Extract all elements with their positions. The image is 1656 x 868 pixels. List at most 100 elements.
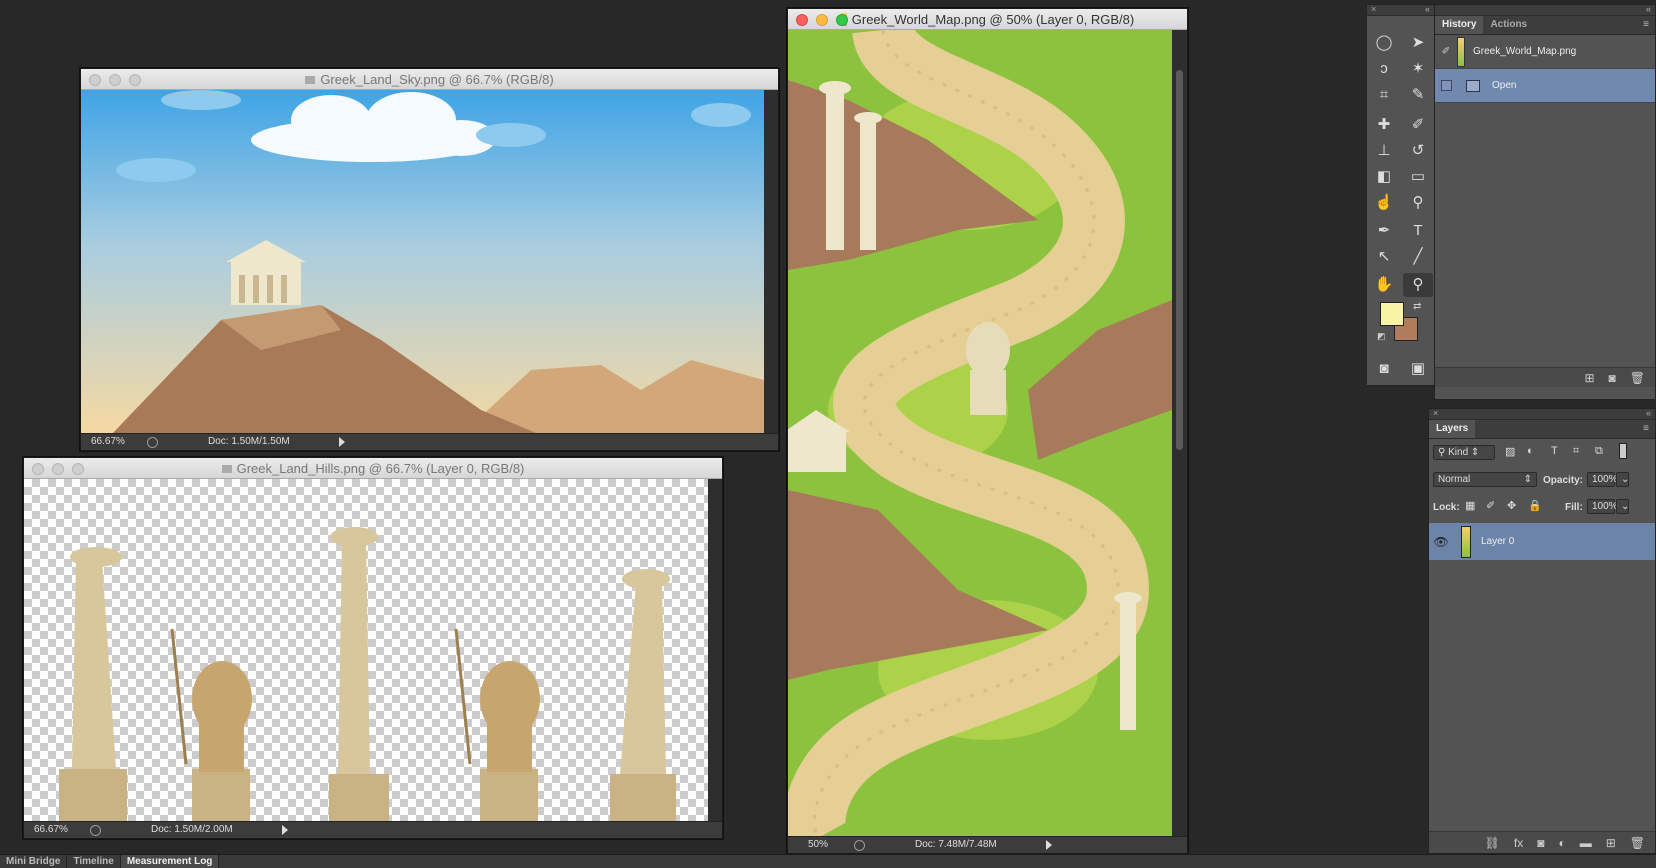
smudge-icon[interactable]: ☝ xyxy=(1369,191,1399,215)
minimize-button[interactable] xyxy=(109,74,121,86)
close-button[interactable] xyxy=(796,14,808,26)
type-icon[interactable]: T xyxy=(1403,219,1433,243)
screen-mode-icon[interactable]: ▣ xyxy=(1403,357,1433,381)
link-layers-icon[interactable]: ⛓ xyxy=(1485,836,1500,850)
sky-document-window[interactable]: Greek_Land_Sky.png @ 66.7% (RGB/8) 66.67… xyxy=(80,68,779,451)
tab-layers[interactable]: Layers xyxy=(1429,420,1476,438)
minimize-button[interactable] xyxy=(52,463,64,475)
history-state-open[interactable]: Open xyxy=(1435,69,1655,103)
zoom-icon[interactable]: ⚲ xyxy=(1403,273,1433,297)
history-checkbox[interactable] xyxy=(1441,80,1452,91)
tools-panel-header[interactable]: × « xyxy=(1367,4,1434,16)
magic-wand-icon[interactable]: ✶ xyxy=(1403,57,1433,81)
elliptical-marquee-icon[interactable]: ◯ xyxy=(1369,31,1399,55)
status-info-icon[interactable] xyxy=(90,825,101,836)
gradient-icon[interactable]: ▭ xyxy=(1403,165,1433,189)
layer-name[interactable]: Layer 0 xyxy=(1481,536,1514,547)
delete-layer-icon[interactable]: 🗑 xyxy=(1630,836,1645,850)
filter-type-icon[interactable]: T xyxy=(1551,445,1558,457)
tab-mini-bridge[interactable]: Mini Bridge xyxy=(0,855,68,868)
default-colors-icon[interactable]: ◩ xyxy=(1377,331,1386,342)
vertical-scrollbar[interactable] xyxy=(1172,30,1187,838)
filter-adjustment-icon[interactable]: ◐ xyxy=(1527,445,1534,457)
swap-colors-icon[interactable]: ⇄ xyxy=(1413,301,1421,312)
close-icon[interactable]: × xyxy=(1371,4,1376,14)
scroll-thumb[interactable] xyxy=(1176,70,1183,450)
line-icon[interactable]: ╱ xyxy=(1403,245,1433,269)
zoom-level[interactable]: 50% xyxy=(808,839,828,850)
quick-mask-icon[interactable]: ◙ xyxy=(1369,357,1399,381)
layer-row[interactable]: 👁 Layer 0 xyxy=(1429,523,1655,560)
collapse-icon[interactable]: « xyxy=(1425,4,1430,14)
filter-shape-icon[interactable]: ⌗ xyxy=(1573,445,1579,458)
zoom-button[interactable] xyxy=(836,14,848,26)
history-panel-header[interactable]: « xyxy=(1435,4,1655,16)
zoom-button[interactable] xyxy=(72,463,84,475)
fill-dropdown[interactable]: ⌄ xyxy=(1616,499,1629,514)
history-snapshot[interactable]: ✐ Greek_World_Map.png xyxy=(1435,35,1655,69)
filter-toggle-icon[interactable] xyxy=(1619,443,1627,459)
create-snapshot-icon[interactable]: ◙ xyxy=(1609,371,1616,385)
opacity-input[interactable]: 100% xyxy=(1587,472,1618,487)
add-layer-style-icon[interactable]: fx xyxy=(1514,836,1523,850)
add-mask-icon[interactable]: ◙ xyxy=(1537,836,1544,850)
filter-kind-select[interactable]: ⚲ Kind ⇕ xyxy=(1433,445,1495,460)
status-menu-arrow-icon[interactable] xyxy=(282,825,288,835)
crop-icon[interactable]: ⌗ xyxy=(1369,83,1399,107)
opacity-dropdown[interactable]: ⌄ xyxy=(1616,472,1629,487)
history-brush-icon[interactable]: ↺ xyxy=(1403,139,1433,163)
minimize-button[interactable] xyxy=(816,14,828,26)
tab-history[interactable]: History xyxy=(1435,16,1484,34)
dodge-icon[interactable]: ⚲ xyxy=(1403,191,1433,215)
lock-position-icon[interactable]: ✥ xyxy=(1507,499,1516,512)
new-layer-icon[interactable]: ⊞ xyxy=(1606,836,1616,850)
map-document-window[interactable]: Greek_World_Map.png @ 50% (Layer 0, RGB/… xyxy=(787,8,1188,854)
tab-measurement-log[interactable]: Measurement Log xyxy=(120,855,220,868)
path-selection-icon[interactable]: ↖ xyxy=(1369,245,1399,269)
map-canvas[interactable] xyxy=(788,30,1172,838)
collapse-icon[interactable]: « xyxy=(1646,4,1651,14)
blend-mode-select[interactable]: Normal ⇕ xyxy=(1433,472,1537,487)
delete-state-icon[interactable]: 🗑 xyxy=(1630,371,1645,385)
lock-all-icon[interactable]: 🔒 xyxy=(1528,499,1542,512)
close-button[interactable] xyxy=(89,74,101,86)
status-menu-arrow-icon[interactable] xyxy=(339,437,345,447)
zoom-button[interactable] xyxy=(129,74,141,86)
zoom-level[interactable]: 66.67% xyxy=(91,436,125,447)
new-group-icon[interactable]: ▬ xyxy=(1580,836,1592,850)
lock-transparent-icon[interactable]: ▦ xyxy=(1465,499,1475,512)
history-brush-source-icon[interactable]: ✐ xyxy=(1435,46,1457,57)
hills-canvas[interactable] xyxy=(24,479,708,822)
tab-actions[interactable]: Actions xyxy=(1483,16,1534,34)
status-menu-arrow-icon[interactable] xyxy=(1046,840,1052,850)
new-document-from-state-icon[interactable]: ⊞ xyxy=(1584,371,1594,385)
sky-titlebar[interactable]: Greek_Land_Sky.png @ 66.7% (RGB/8) xyxy=(81,69,778,90)
brush-icon[interactable]: ✐ xyxy=(1403,113,1433,137)
eyedropper-icon[interactable]: ✎ xyxy=(1403,83,1433,107)
status-info-icon[interactable] xyxy=(854,840,865,851)
sky-canvas[interactable] xyxy=(81,90,764,435)
collapse-icon[interactable]: « xyxy=(1646,408,1651,418)
move-icon[interactable]: ➤ xyxy=(1403,31,1433,55)
layers-panel-header[interactable]: × « xyxy=(1429,408,1655,420)
hand-icon[interactable]: ✋ xyxy=(1369,273,1399,297)
map-titlebar[interactable]: Greek_World_Map.png @ 50% (Layer 0, RGB/… xyxy=(788,9,1187,30)
vertical-scrollbar[interactable] xyxy=(764,90,778,435)
foreground-color-swatch[interactable] xyxy=(1380,302,1404,326)
close-icon[interactable]: × xyxy=(1433,408,1438,418)
healing-brush-icon[interactable]: ✚ xyxy=(1369,113,1399,137)
tab-timeline[interactable]: Timeline xyxy=(67,855,121,868)
close-button[interactable] xyxy=(32,463,44,475)
eraser-icon[interactable]: ◧ xyxy=(1369,165,1399,189)
status-info-icon[interactable] xyxy=(147,437,158,448)
panel-menu-icon[interactable]: ≡ xyxy=(1637,16,1655,34)
filter-smart-object-icon[interactable]: ⧉ xyxy=(1595,445,1603,458)
fill-input[interactable]: 100% xyxy=(1587,499,1618,514)
lock-image-icon[interactable]: ✐ xyxy=(1486,499,1495,512)
vertical-scrollbar[interactable] xyxy=(708,479,722,822)
layer-visibility-icon[interactable]: 👁 xyxy=(1429,535,1453,549)
clone-stamp-icon[interactable]: ⊥ xyxy=(1369,139,1399,163)
panel-menu-icon[interactable]: ≡ xyxy=(1637,420,1655,438)
hills-document-window[interactable]: Greek_Land_Hills.png @ 66.7% (Layer 0, R… xyxy=(23,457,723,839)
new-adjustment-layer-icon[interactable]: ◐ xyxy=(1558,836,1565,850)
